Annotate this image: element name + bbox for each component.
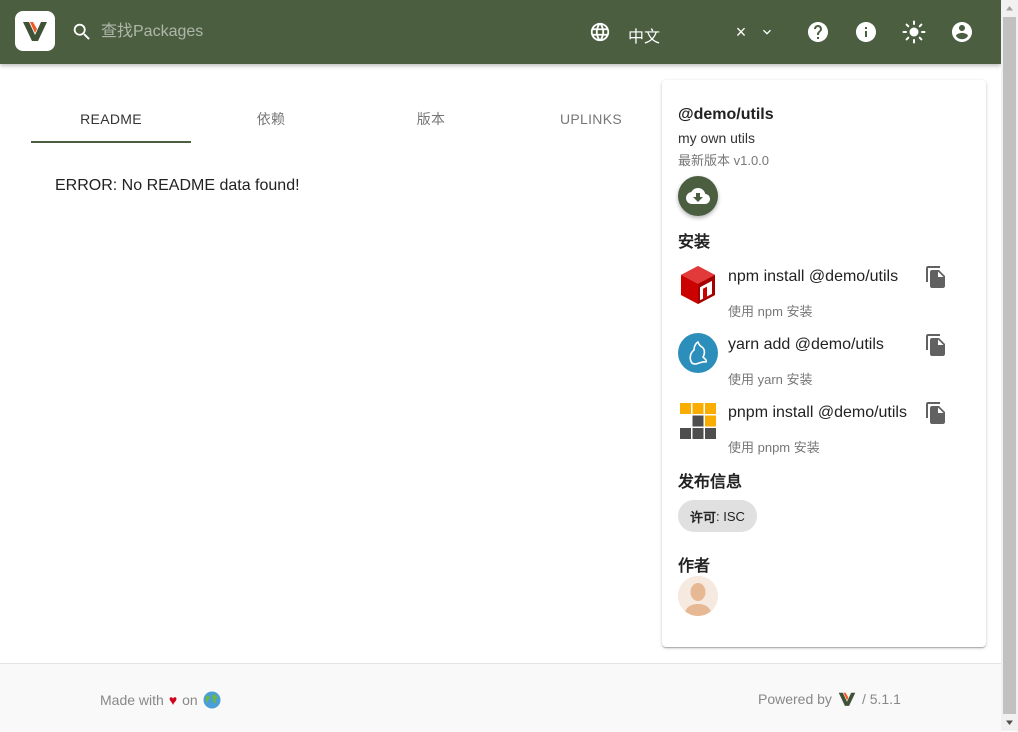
- globe-icon[interactable]: [589, 21, 611, 43]
- tab-versions[interactable]: 版本: [351, 96, 511, 142]
- verdaccio-logo[interactable]: [15, 11, 55, 51]
- install-row-npm: npm install @demo/utils 使用 npm 安装: [678, 265, 968, 325]
- pnpm-install-caption: 使用 pnpm 安装: [728, 440, 820, 455]
- package-description: my own utils: [678, 130, 756, 146]
- language-select-value[interactable]: 中文: [628, 23, 660, 47]
- license-value: : ISC: [716, 508, 745, 524]
- copy-icon[interactable]: [924, 333, 948, 357]
- avatar-person-icon: [678, 576, 718, 616]
- readme-error-message: ERROR: No README data found!: [55, 177, 300, 194]
- made-with-text: Made with: [100, 692, 164, 708]
- pnpm-install-command: pnpm install @demo/utils: [728, 404, 907, 421]
- download-tarball-button[interactable]: [678, 176, 718, 216]
- tab-indicator: [31, 141, 191, 143]
- search-input[interactable]: [101, 18, 541, 46]
- footer-made-with: Made with ♥ on: [100, 691, 221, 709]
- package-sidebar-card: @demo/utils my own utils 最新版本 v1.0.0 安装 …: [662, 80, 986, 647]
- npm-install-caption: 使用 npm 安装: [728, 304, 813, 319]
- info-icon[interactable]: [854, 20, 878, 44]
- scroll-down-arrow-icon[interactable]: [1001, 714, 1018, 731]
- version-text: / 5.1.1: [861, 691, 901, 707]
- yarn-install-command: yarn add @demo/utils: [728, 336, 884, 353]
- copy-icon[interactable]: [924, 265, 948, 289]
- light-mode-icon[interactable]: [902, 20, 926, 44]
- package-name: @demo/utils: [678, 106, 774, 123]
- license-label: 许可: [690, 509, 717, 525]
- search-icon: [73, 23, 90, 40]
- yarn-install-caption: 使用 yarn 安装: [728, 372, 813, 387]
- heart-icon: ♥: [168, 692, 178, 708]
- cloud-download-icon: [686, 188, 710, 204]
- footer-powered-by: Powered by / 5.1.1: [758, 691, 901, 707]
- chevron-down-icon[interactable]: [759, 24, 775, 40]
- powered-by-text: Powered by: [758, 691, 832, 707]
- help-icon[interactable]: [806, 20, 830, 44]
- author-avatar[interactable]: [678, 576, 718, 616]
- vertical-scrollbar[interactable]: [1001, 0, 1018, 731]
- license-chip: 许可: ISC: [678, 500, 757, 532]
- on-text: on: [182, 692, 198, 708]
- copy-icon[interactable]: [924, 401, 948, 425]
- tab-uplinks[interactable]: UPLINKS: [511, 96, 671, 142]
- tab-readme[interactable]: README: [31, 96, 191, 142]
- npm-logo-icon: [681, 266, 715, 304]
- install-section-title: 安装: [678, 234, 711, 251]
- page-footer: Made with ♥ on Powered by / 5.1.1: [0, 663, 1001, 732]
- language-clear-icon[interactable]: ×: [733, 22, 749, 42]
- install-row-yarn: yarn add @demo/utils 使用 yarn 安装: [678, 333, 968, 393]
- verdaccio-small-logo-icon: [838, 692, 856, 706]
- distribution-section-title: 发布信息: [678, 474, 743, 491]
- yarn-logo-icon: [678, 333, 718, 373]
- author-section-title: 作者: [678, 558, 711, 575]
- pnpm-logo-icon: [680, 403, 716, 439]
- package-latest-version: 最新版本 v1.0.0: [678, 153, 770, 168]
- app-header: 中文 ×: [0, 0, 1001, 64]
- account-icon[interactable]: [950, 20, 974, 44]
- scroll-up-arrow-icon[interactable]: [1001, 0, 1018, 17]
- tab-dependencies[interactable]: 依赖: [191, 96, 351, 142]
- verdaccio-logo-icon: [23, 22, 47, 41]
- earth-globe-icon[interactable]: [203, 691, 221, 709]
- scrollbar-thumb[interactable]: [1003, 17, 1016, 714]
- package-tabs: README 依赖 版本 UPLINKS: [31, 96, 671, 144]
- npm-install-command: npm install @demo/utils: [728, 268, 899, 285]
- install-row-pnpm: pnpm install @demo/utils 使用 pnpm 安装: [678, 401, 968, 461]
